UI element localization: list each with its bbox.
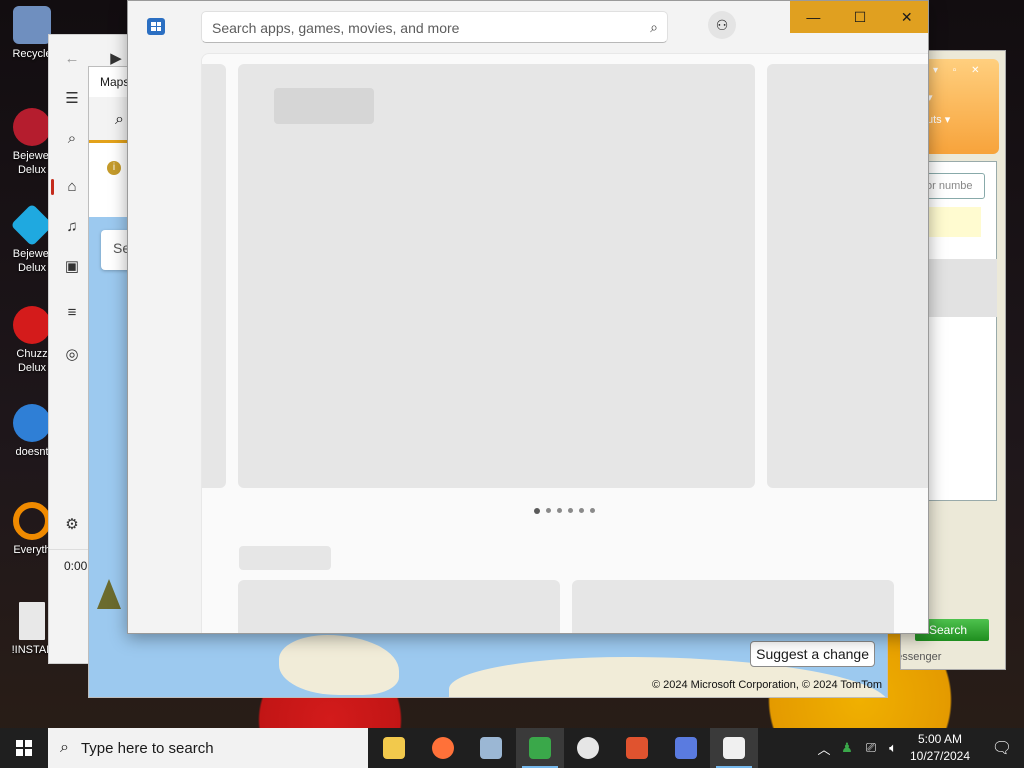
maximize-icon[interactable]: ☐ — [837, 1, 884, 33]
minimize-icon[interactable]: — — [790, 1, 837, 33]
carousel-hero-card[interactable] — [238, 64, 755, 488]
location-pin-icon[interactable] — [97, 579, 121, 609]
carousel-dot[interactable] — [546, 508, 551, 513]
taskbar-clock[interactable]: 5:00 AM 10/27/2024 — [900, 731, 980, 765]
carousel-dot[interactable] — [568, 508, 573, 513]
taskbar-app-button[interactable] — [370, 728, 418, 768]
text-file-icon — [19, 602, 45, 640]
store-search-input[interactable]: Search apps, games, movies, and more ⌕ — [201, 11, 668, 43]
store-window[interactable]: Search apps, games, movies, and more ⌕ ⚇… — [127, 0, 929, 634]
store-icon — [723, 737, 746, 759]
back-arrow-icon[interactable]: ← — [61, 47, 83, 69]
carousel-dot[interactable] — [557, 508, 562, 513]
playlist-icon[interactable]: ≡ — [61, 301, 83, 323]
maps-title: Maps — [100, 75, 130, 89]
hero-title-placeholder — [274, 88, 374, 124]
messenger-footer: Messenger — [901, 651, 942, 663]
taskbar-app-button[interactable] — [613, 728, 661, 768]
app-card-placeholder[interactable] — [572, 580, 894, 633]
search-icon[interactable]: ⌕ — [650, 19, 658, 36]
file-explorer-icon — [383, 737, 405, 759]
taskbar-app-button[interactable] — [419, 728, 467, 768]
recycle-bin-icon — [13, 6, 51, 44]
copilot-icon — [674, 737, 697, 759]
clock-time: 5:00 AM — [917, 732, 963, 746]
section-title-placeholder — [239, 546, 331, 570]
carousel-dot[interactable] — [590, 508, 595, 513]
nav-active-indicator — [51, 179, 54, 195]
close-icon[interactable]: ✕ — [883, 1, 928, 33]
taskbar-app-button[interactable] — [710, 728, 759, 768]
store-search-placeholder: Search apps, games, movies, and more — [212, 20, 460, 36]
news-app-icon — [480, 737, 503, 759]
hamburger-menu-icon[interactable]: ☰ — [61, 87, 83, 109]
chuzzle-icon — [13, 306, 51, 344]
maps-search-icon[interactable]: ⌕ — [115, 111, 124, 129]
media-player-icon — [577, 737, 600, 759]
suggest-change-button[interactable]: Suggest a change — [750, 641, 875, 667]
taskbar-app-button[interactable] — [467, 728, 515, 768]
windows-logo-icon — [16, 740, 32, 756]
clock-date: 10/27/2024 — [909, 749, 971, 763]
play-queue-icon[interactable]: ◎ — [61, 343, 83, 365]
map-copyright: © 2024 Microsoft Corporation, © 2024 Tom… — [651, 679, 882, 691]
carousel-dot[interactable] — [534, 508, 540, 514]
search-icon[interactable]: ⌕ — [61, 127, 83, 149]
map-landmass — [279, 635, 399, 695]
home-icon[interactable]: ⌂ — [61, 175, 83, 197]
network-icon[interactable]: ⎚ — [860, 728, 882, 768]
music-note-icon[interactable]: ♫ — [61, 215, 83, 237]
carousel-next-card[interactable] — [767, 64, 928, 488]
taskbar-app-button[interactable] — [662, 728, 710, 768]
taskbar-search-box[interactable]: ⌕ Type here to search — [48, 728, 368, 768]
store-logo-icon — [147, 18, 165, 35]
taskbar: ⌕ Type here to search ︿ ♟ ⎚ 🔈︎ 5:00 AM 1… — [0, 728, 1024, 768]
contact-search-input[interactable]: or numbe — [923, 173, 985, 199]
messenger-menu-2[interactable]: uts ▾ — [927, 113, 950, 126]
taskbar-app-button[interactable] — [515, 728, 564, 768]
bejeweled2-icon — [13, 108, 51, 146]
account-icon[interactable]: ⚇ — [708, 11, 736, 39]
thunderbird-icon — [13, 404, 51, 442]
info-icon: i — [107, 161, 121, 175]
start-button[interactable] — [0, 728, 48, 768]
carousel-prev-card[interactable] — [202, 64, 226, 488]
window-controls: — ☐ ✕ — [790, 1, 928, 33]
video-icon[interactable]: ▣ — [61, 255, 83, 277]
show-hidden-icons-chevron-icon[interactable]: ︿ — [814, 728, 834, 768]
app-card-placeholder[interactable] — [238, 580, 560, 633]
messenger-window-controls[interactable]: ▾ ▫ ✕ — [933, 65, 986, 76]
taskbar-app-button[interactable] — [564, 728, 612, 768]
search-icon: ⌕ — [60, 739, 69, 756]
settings-gear-icon[interactable]: ⚙ — [61, 513, 83, 535]
playback-time: 0:00 — [64, 559, 88, 573]
carousel-dots[interactable] — [534, 508, 595, 514]
messenger-people-icon — [528, 737, 551, 759]
firefox-icon — [431, 737, 454, 759]
taskbar-search-placeholder: Type here to search — [80, 739, 214, 757]
everything-search-icon — [13, 502, 51, 540]
carousel-dot[interactable] — [579, 508, 584, 513]
store-content-area — [201, 53, 928, 633]
maps-pin-icon — [626, 737, 648, 759]
people-tray-icon[interactable]: ♟ — [836, 728, 858, 768]
action-center-icon[interactable]: 🗨︎ — [980, 728, 1024, 768]
